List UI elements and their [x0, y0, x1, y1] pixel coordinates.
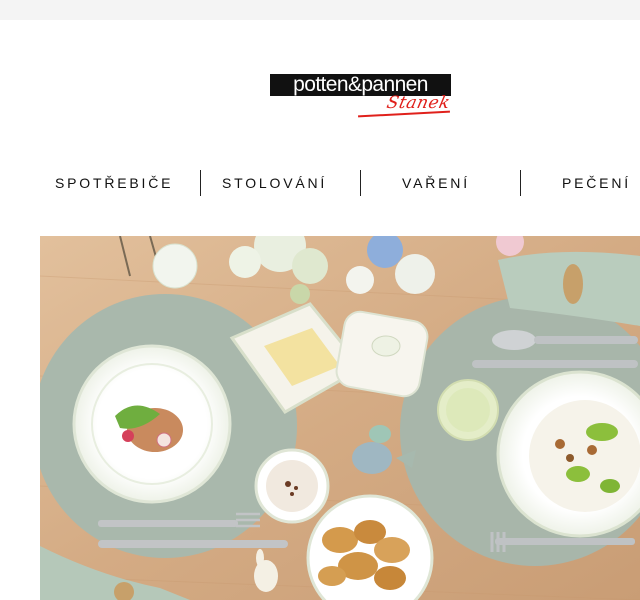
main-navigation: SPOTŘEBIČE STOLOVÁNÍ VAŘENÍ PEČENÍ — [0, 168, 640, 198]
nav-divider — [360, 170, 361, 196]
top-strip — [0, 0, 640, 20]
nav-item-peceni[interactable]: PEČENÍ — [562, 168, 631, 198]
nav-divider — [520, 170, 521, 196]
nav-item-vareni[interactable]: VAŘENÍ — [402, 168, 470, 198]
coffee-cup — [254, 448, 330, 524]
nav-item-stolovani[interactable]: STOLOVÁNÍ — [222, 168, 327, 198]
left-plate — [72, 344, 232, 504]
brand-logo[interactable]: potten&pannen Stanek — [270, 74, 452, 118]
easter-table-setting-photo — [40, 236, 640, 600]
hero-image[interactable] — [40, 236, 640, 600]
nav-divider — [200, 170, 201, 196]
nav-item-spotrebice[interactable]: SPOTŘEBIČE — [55, 168, 173, 198]
